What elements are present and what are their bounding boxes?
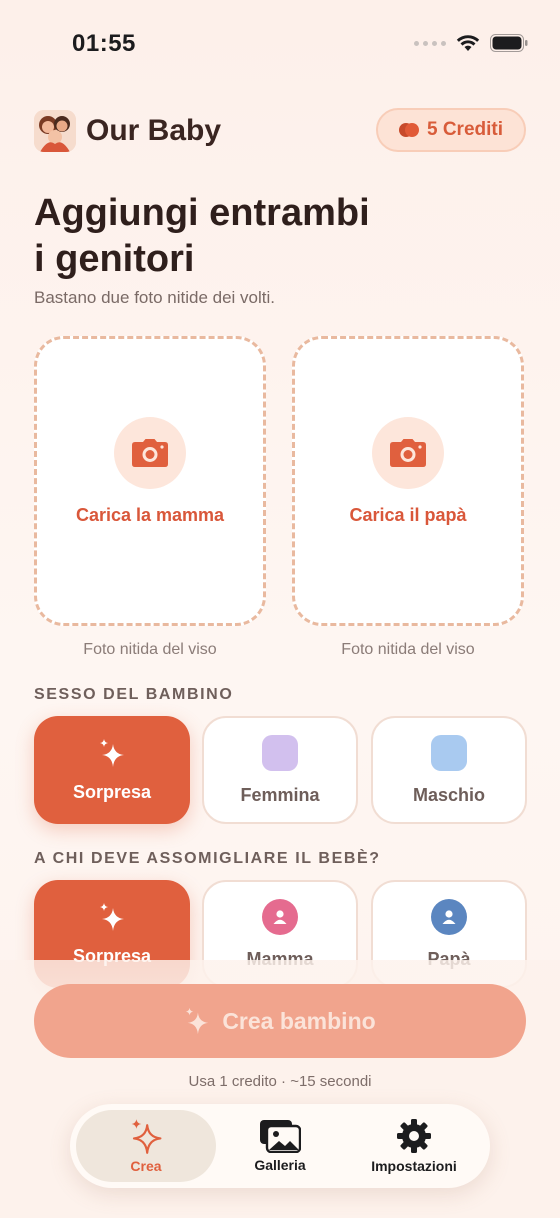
credits-icon [398, 123, 419, 137]
sex-option-female[interactable]: Femmina [202, 716, 358, 824]
male-swatch-icon [431, 734, 467, 771]
person-icon [431, 898, 467, 935]
upload-father-label: Carica il papà [349, 504, 467, 525]
sex-option-surprise[interactable]: Sorpresa [34, 716, 190, 824]
gear-icon [397, 1119, 431, 1153]
person-icon [262, 898, 298, 935]
create-baby-hint: Usa 1 credito · ~15 secondi [188, 1073, 372, 1090]
upload-mother-hint: Foto nitida del viso [83, 641, 217, 658]
wifi-icon [456, 35, 480, 51]
sparkles-icon [186, 1007, 209, 1035]
tab-settings[interactable]: Impostazioni [344, 1110, 484, 1182]
credits-badge[interactable]: 5 Crediti [376, 108, 526, 152]
upload-mother-label: Carica la mamma [75, 504, 225, 525]
sparkles-icon [100, 738, 124, 767]
sex-option-female-label: Femmina [240, 784, 320, 805]
credits-label: 5 Crediti [426, 119, 504, 140]
signal-icon [414, 40, 446, 46]
page-subtitle: Bastano due foto nitide dei volti. [34, 288, 275, 307]
app-name: Our Baby [86, 114, 222, 147]
page-title-line-1: Aggiungi entrambi [34, 192, 370, 234]
sparkles-icon [100, 902, 124, 931]
page-title-line-2: i genitori [34, 238, 195, 280]
status-time: 01:55 [72, 30, 136, 57]
upload-father-hint: Foto nitida del viso [341, 641, 475, 658]
female-swatch-icon [262, 734, 298, 771]
create-baby-button[interactable]: Crea bambino [34, 984, 526, 1058]
upload-mother-card[interactable]: Carica la mamma [34, 336, 266, 626]
upload-father-card[interactable]: Carica il papà [292, 336, 524, 626]
tab-create-label: Crea [130, 1158, 162, 1174]
camera-icon [372, 416, 444, 489]
status-icons [414, 34, 528, 52]
tab-gallery-label: Galleria [254, 1157, 306, 1173]
sex-section-label: SESSO DEL BAMBINO [34, 686, 234, 703]
create-baby-label: Crea bambino [222, 1007, 376, 1034]
camera-icon [114, 416, 186, 489]
tab-settings-label: Impostazioni [371, 1158, 457, 1174]
resemble-section-label: A CHI DEVE ASSOMIGLIARE IL BEBÈ? [34, 850, 381, 867]
sparkles-icon [131, 1119, 162, 1154]
sex-option-surprise-label: Sorpresa [72, 781, 152, 802]
tab-create[interactable]: Crea [76, 1110, 216, 1182]
sex-option-male-label: Maschio [412, 784, 486, 805]
app-logo [34, 110, 76, 152]
tab-gallery[interactable]: Galleria [210, 1110, 350, 1182]
page-title: Aggiungi entrambi i genitori [34, 190, 454, 282]
battery-icon [490, 34, 528, 52]
sex-option-male[interactable]: Maschio [371, 716, 527, 824]
tab-bar: Crea Galleria Impostazioni [70, 1104, 490, 1188]
photo-gallery-icon [260, 1120, 301, 1153]
